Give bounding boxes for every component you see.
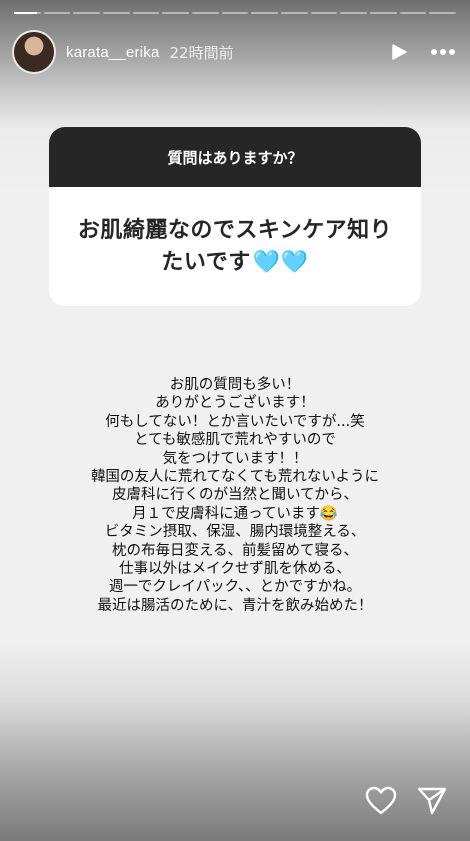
send-icon[interactable]: [417, 786, 447, 820]
story-progress-segment: [281, 12, 308, 14]
story-progress: [14, 12, 457, 14]
answer-line: 月１で皮膚科に通っています😂: [132, 505, 338, 522]
story-progress-segment: [192, 12, 219, 14]
light-blue-heart-emoji: 🩵🩵: [252, 249, 309, 275]
story-progress-segment: [221, 12, 249, 14]
timestamp: 22時間前: [169, 43, 234, 62]
story-progress-segment: [162, 12, 190, 14]
story-progress-segment: [340, 12, 368, 14]
question-text: お肌綺麗なのでスキンケア知りたいです🩵🩵: [67, 215, 403, 279]
story-progress-segment: [399, 12, 427, 14]
question-sticker[interactable]: 質問はありますか？ お肌綺麗なのでスキンケア知りたいです🩵🩵: [49, 127, 421, 306]
answer-line: とても敏感肌で荒れやすいので: [134, 432, 336, 449]
question-text-content: お肌綺麗なのでスキンケア知りたいです: [77, 217, 393, 275]
story-progress-segment: [103, 12, 130, 14]
question-sticker-title: 質問はありますか？: [49, 127, 421, 187]
more-icon[interactable]: [430, 48, 456, 56]
story-progress-fill: [14, 12, 37, 14]
answer-line: ありがとうございます！: [155, 395, 315, 412]
story-progress-segment: [14, 12, 41, 14]
answer-line: 気をつけています！！: [162, 450, 308, 467]
story-progress-segment: [73, 12, 101, 14]
story-progress-segment: [43, 12, 71, 14]
answer-line: ビタミン摂取、保湿、腸内環境整える、: [104, 524, 366, 541]
username[interactable]: karata__erika: [66, 44, 160, 61]
answer-line: 何もしてない！とか言いたいですが...笑: [105, 413, 365, 430]
story-progress-segment: [310, 12, 338, 14]
avatar[interactable]: [14, 32, 54, 72]
answer-line: 枕の布毎日変える、前髪留めて寝る、: [111, 542, 359, 559]
answer-text: お肌の質問も多い！ ありがとうございます！ 何もしてない！とか言いたいですが..…: [40, 376, 430, 615]
story-progress-segment: [132, 12, 160, 14]
story-progress-segment: [429, 12, 457, 14]
answer-line: 皮膚科に行くのが当然と聞いてから、: [111, 487, 359, 504]
story-header: karata__erika 22時間前: [14, 30, 456, 74]
answer-line: 韓国の友人に荒れてなくても荒れないように: [90, 469, 380, 486]
answer-line: 最近は腸活のために、青汁を飲み始めた！: [97, 597, 373, 614]
header-actions: [390, 43, 456, 61]
play-icon[interactable]: [390, 43, 408, 61]
story-view: karata__erika 22時間前 質問はありますか？ お肌綺麗なのでスキン…: [0, 0, 470, 841]
heart-icon[interactable]: [365, 786, 397, 820]
answer-line: 仕事以外はメイクせず肌を休める、: [119, 561, 351, 578]
question-sticker-body: お肌綺麗なのでスキンケア知りたいです🩵🩵: [49, 187, 421, 306]
answer-line: お肌の質問も多い！: [169, 377, 301, 393]
answer-line: 週一でクレイパック、、とかですかね。: [108, 579, 362, 596]
story-progress-segment: [251, 12, 279, 14]
story-progress-segment: [370, 12, 397, 14]
